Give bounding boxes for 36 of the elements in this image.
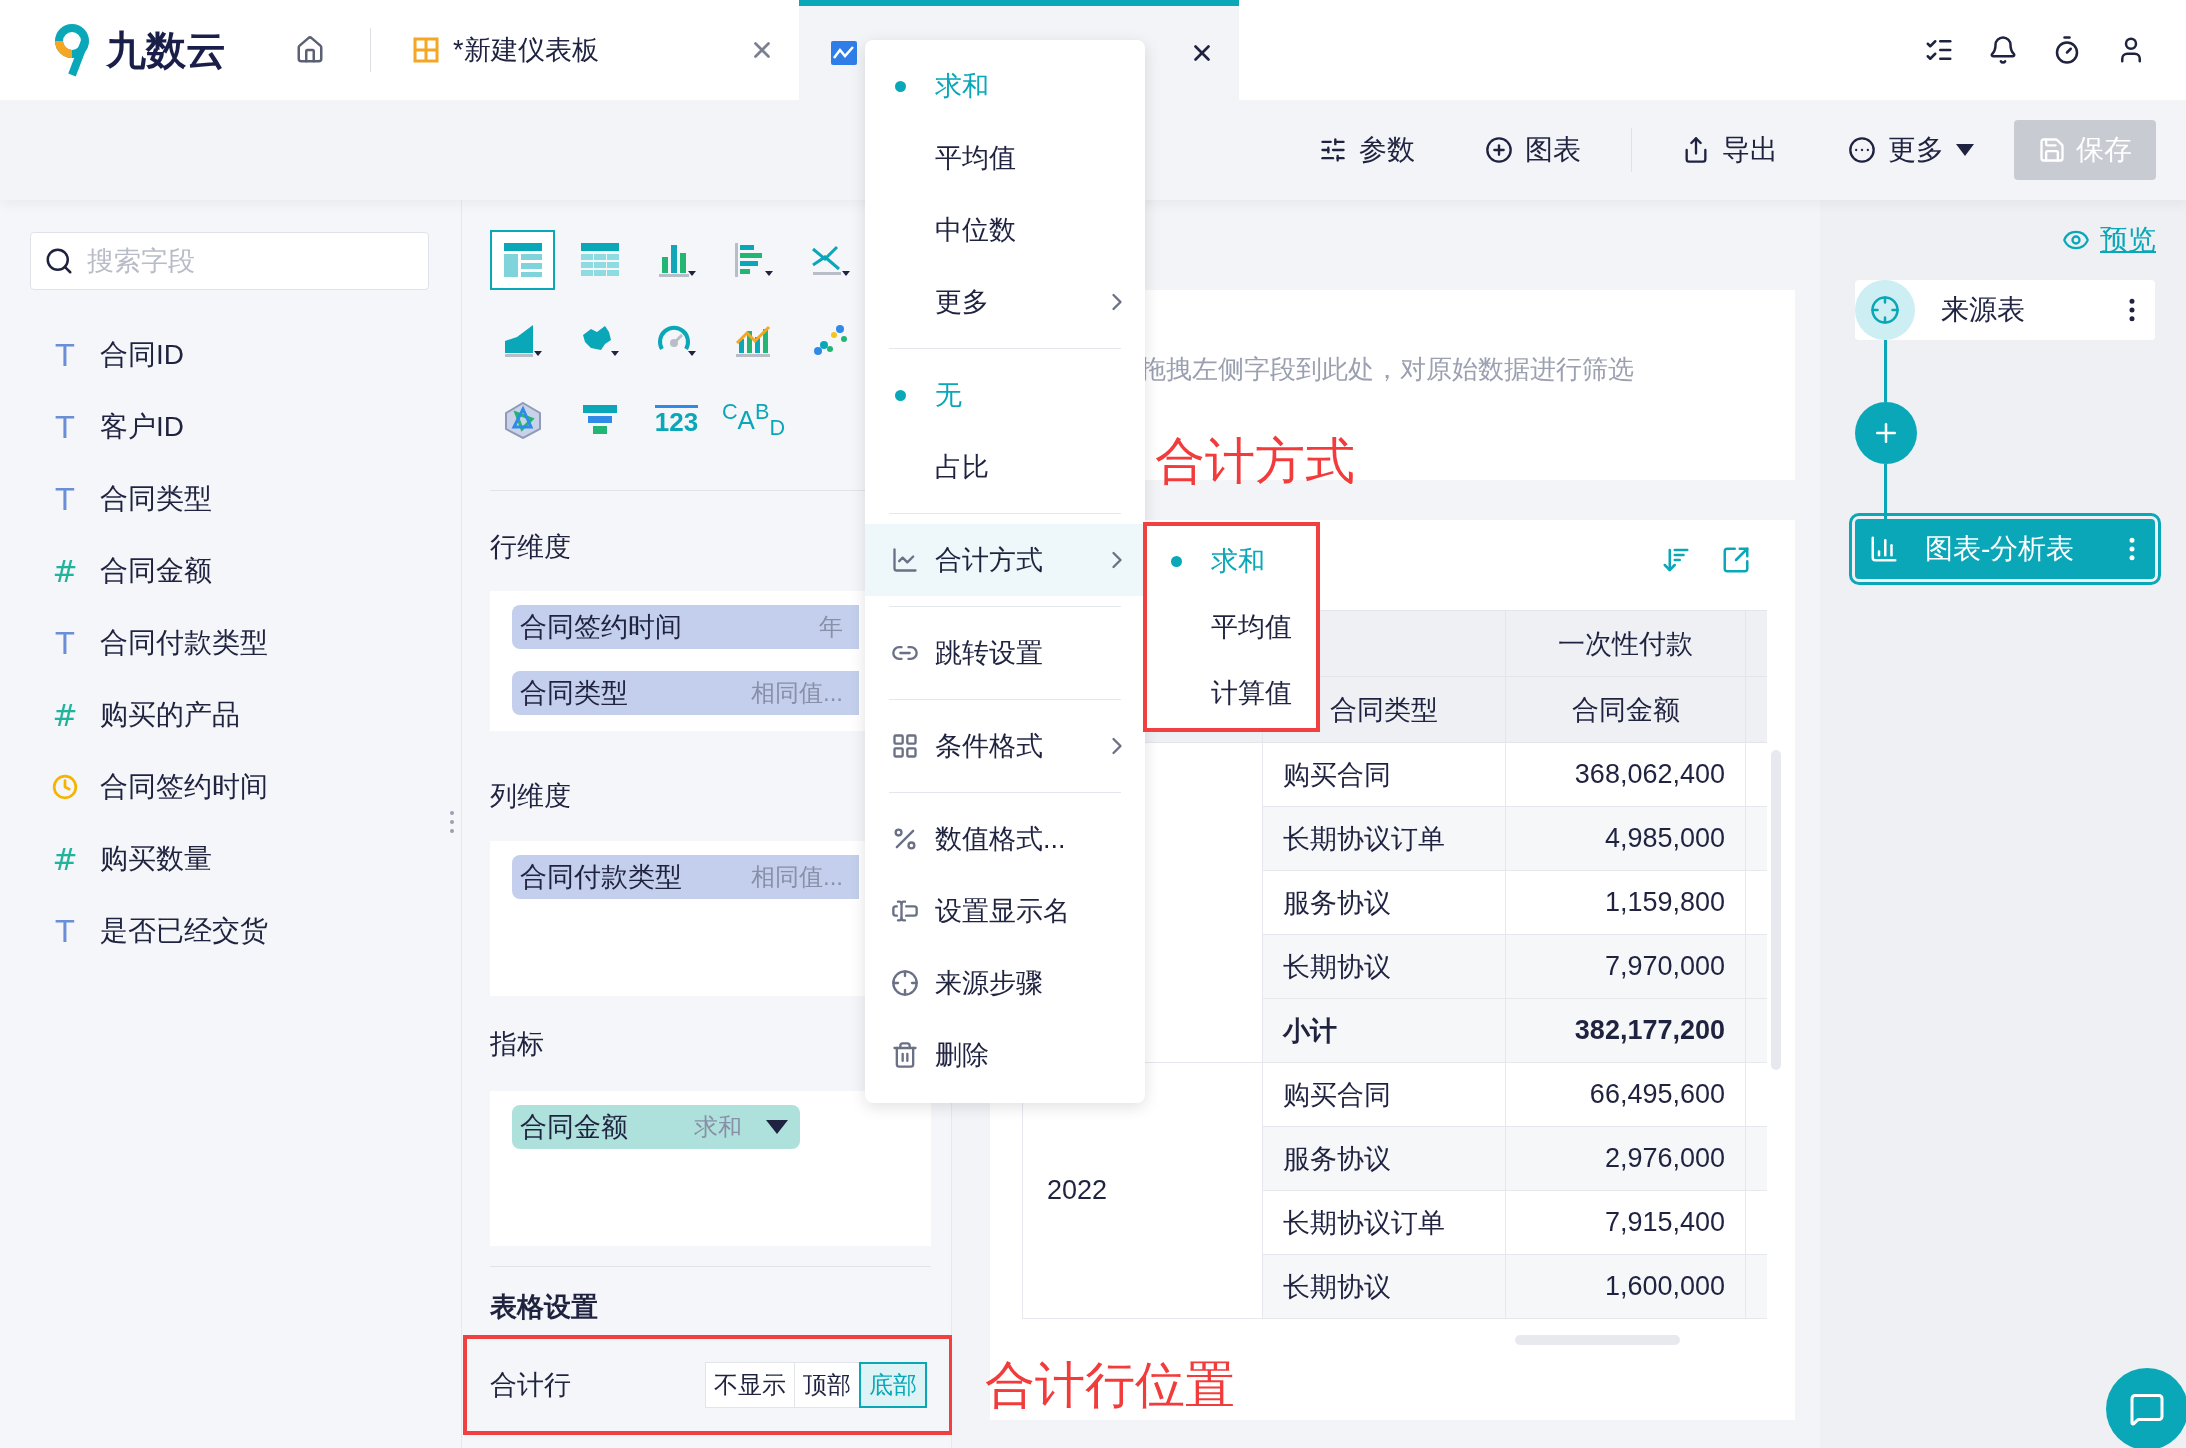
column-header: 一次性付款 (1505, 610, 1746, 677)
table-cell: 7,915,400 (1505, 1190, 1746, 1255)
section-label: 指标 (490, 1028, 544, 1061)
hash-icon: # (52, 553, 78, 589)
table-cell: 长期协议 (1262, 934, 1506, 999)
table-cell: 购买合同 (1262, 742, 1506, 807)
table-cell: 4,985,000 (1505, 806, 1746, 871)
table-cell: 长期协议 (1262, 1254, 1506, 1319)
hash-icon: # (52, 697, 78, 733)
table-cell: 1,159,800 (1505, 870, 1746, 935)
table-cell: 服务协议 (1262, 870, 1506, 935)
text-type-icon: T (52, 481, 78, 517)
table-cell: 小计 (1262, 998, 1506, 1063)
table-cell: 368,062,400 (1505, 742, 1746, 807)
section-label: 行维度 (490, 531, 571, 564)
table-cell: 382,177,200 (1505, 998, 1746, 1063)
table-cell: 长期协议订单 (1262, 806, 1506, 871)
hash-icon: # (52, 841, 78, 877)
text-type-icon: T (52, 913, 78, 949)
table-cell: 7,970,000 (1505, 934, 1746, 999)
section-title: 表格设置 (490, 1291, 598, 1324)
text-type-icon: T (52, 409, 78, 445)
table-cell: 长期协议订单 (1262, 1190, 1506, 1255)
section-label: 列维度 (490, 780, 571, 813)
text-type-icon: T (52, 625, 78, 661)
table-cell: 购买合同 (1262, 1062, 1506, 1127)
logo-text: 九数云 (106, 26, 226, 74)
table-cell: 服务协议 (1262, 1126, 1506, 1191)
table-cell: 1,600,000 (1505, 1254, 1746, 1319)
setting-label: 合计行 (490, 1369, 572, 1402)
table-cell: 66,495,600 (1505, 1062, 1746, 1127)
annotation-text: 合计行位置 (985, 1356, 1235, 1415)
table-cell: 2,976,000 (1505, 1126, 1746, 1191)
text-type-icon: T (52, 337, 78, 373)
annotation-text: 合计方式 (1155, 432, 1355, 491)
column-header: 合同金额 (1505, 676, 1746, 743)
